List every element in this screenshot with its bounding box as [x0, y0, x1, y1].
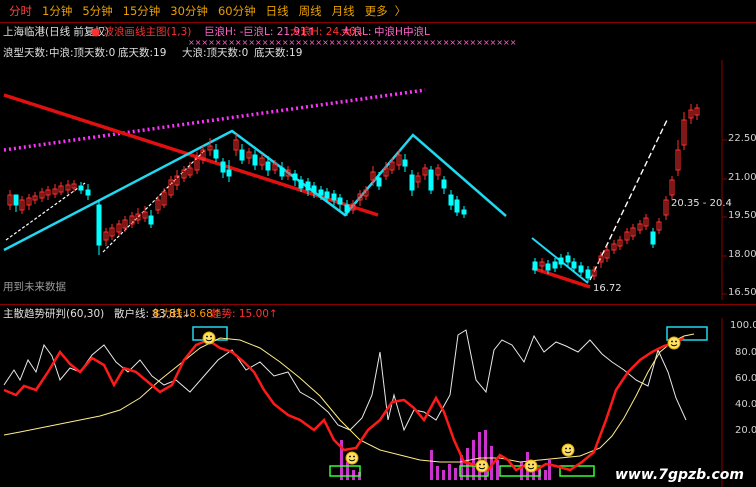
candle-body: [239, 149, 245, 161]
histogram-bar: [430, 450, 433, 480]
histogram-bar: [478, 432, 481, 480]
sub-histogram: [340, 430, 551, 480]
chart-window: 分时 1分钟 5分钟 15分钟 30分钟 60分钟 日线 周线 月线 更多 〉 …: [0, 0, 756, 487]
trend-line: [3, 333, 695, 463]
candle-body: [78, 185, 84, 191]
smiley-face-icon: [667, 336, 681, 350]
histogram-bar: [442, 470, 445, 480]
candle-body: [461, 209, 467, 215]
histogram-bar: [548, 460, 551, 480]
histogram-bar: [436, 466, 439, 480]
candle-body: [331, 193, 337, 201]
signal-box-bottom-1: [329, 465, 361, 477]
watermark: www.7gpzb.com: [614, 467, 744, 483]
candle-body: [298, 179, 304, 189]
candle-body: [454, 199, 460, 213]
candle-body: [376, 177, 382, 187]
price-axis-ticks: [722, 139, 727, 295]
smiley-face-icon: [202, 331, 216, 345]
smiley-icon: [202, 331, 681, 473]
candle-body: [409, 174, 415, 191]
histogram-bar: [520, 462, 523, 480]
candle-body: [585, 269, 591, 279]
candle-body: [402, 159, 408, 167]
candle-body: [578, 265, 584, 273]
candle-body: [571, 261, 577, 269]
candle-body: [85, 189, 91, 196]
candle-body: [565, 255, 571, 263]
candle-body: [311, 185, 317, 193]
candle-body: [324, 191, 330, 199]
candle-body: [337, 197, 343, 205]
histogram-bar: [454, 468, 457, 480]
candle-body: [650, 231, 656, 245]
candle-body: [13, 194, 19, 206]
candle-body: [305, 181, 311, 191]
histogram-bar: [352, 470, 355, 480]
histogram-bar: [484, 430, 487, 480]
candle-body: [213, 149, 219, 159]
candle-body: [220, 161, 226, 173]
candle-body: [226, 169, 232, 177]
histogram-bar: [448, 464, 451, 480]
smiley-face-icon: [561, 443, 575, 457]
retail-line: [3, 329, 687, 432]
candle-body: [292, 173, 298, 181]
candle-body: [545, 263, 551, 271]
main-force-line: [3, 336, 685, 472]
histogram-bar: [346, 462, 349, 480]
candle-body: [148, 215, 154, 225]
candle-body: [558, 257, 564, 265]
candle-body: [265, 161, 271, 171]
candle-body: [96, 204, 102, 246]
chart-canvas[interactable]: [0, 0, 756, 487]
histogram-bar: [496, 460, 499, 480]
candle-body: [428, 169, 434, 191]
candle-body: [252, 154, 258, 166]
candle-body: [279, 167, 285, 177]
candle-body: [318, 189, 324, 196]
candle-body: [441, 179, 447, 189]
candle-body: [448, 194, 454, 206]
smiley-face-icon: [475, 459, 489, 473]
candle-body: [344, 204, 350, 213]
smiley-face-icon: [345, 451, 359, 465]
smiley-face-icon: [524, 459, 538, 473]
histogram-bar: [544, 470, 547, 480]
candle-body: [532, 261, 538, 271]
candle-body: [552, 261, 558, 269]
